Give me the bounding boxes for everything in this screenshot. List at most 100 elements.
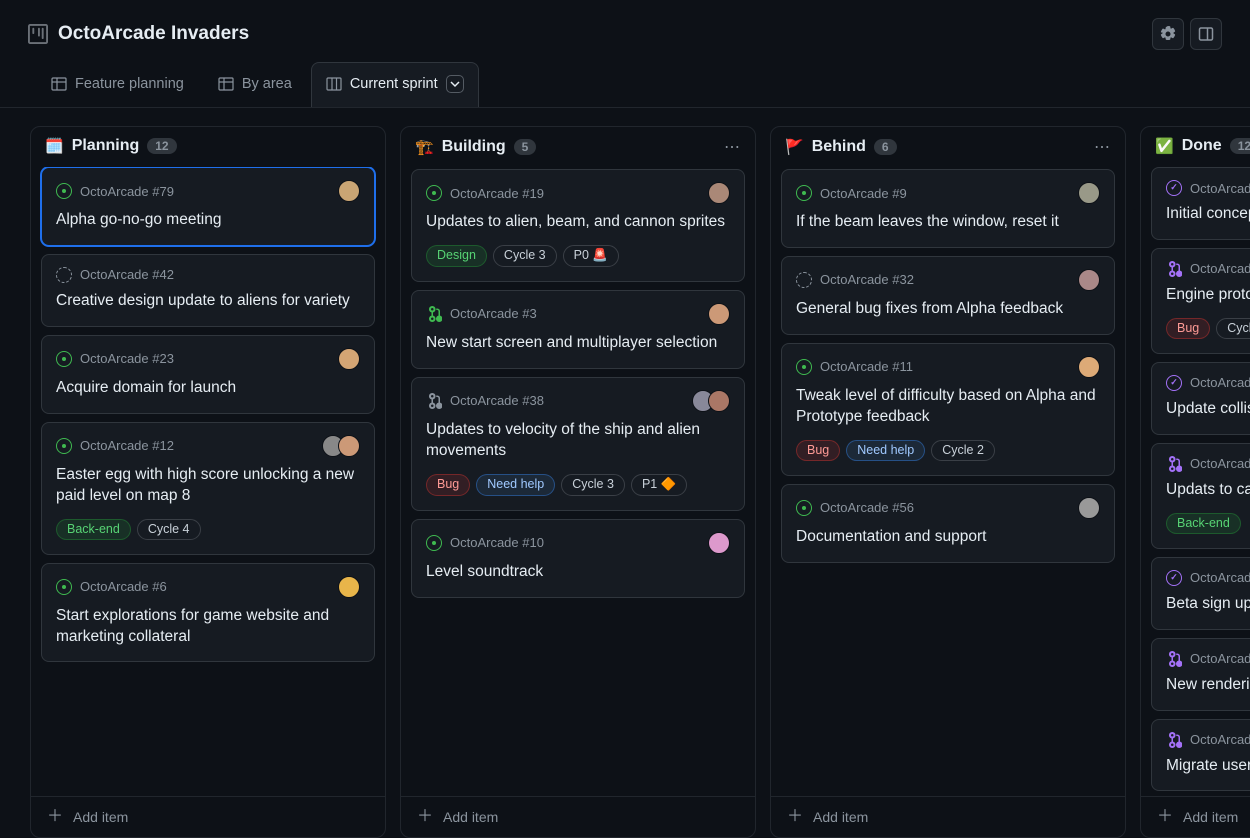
card-ref[interactable]: OctoArcade #19 — [426, 185, 544, 201]
label-pill[interactable]: Design — [426, 245, 487, 267]
card-ref[interactable]: OctoArcade #23 — [56, 351, 174, 367]
settings-button[interactable] — [1152, 18, 1184, 50]
card-ref[interactable]: OctoArcade #6 — [56, 579, 167, 595]
card-header: OctoArcade #42 — [56, 267, 360, 283]
label-pill[interactable]: Need help — [476, 474, 555, 496]
issue-draft-icon — [796, 272, 812, 288]
card[interactable]: OctoArcade #42Creative design update to … — [41, 254, 375, 327]
card[interactable]: OctoArcade #56 Documentation and support — [781, 484, 1115, 563]
card-title: General bug fixes from Alpha feedback — [796, 299, 1100, 320]
column-menu[interactable]: ⋯ — [724, 137, 741, 157]
project-title[interactable]: OctoArcade Invaders — [58, 23, 249, 45]
card-ref[interactable]: OctoArcade #9 — [796, 185, 907, 201]
label-pill[interactable]: Back-end — [1166, 513, 1241, 534]
add-item-button[interactable]: ＋Add item — [401, 796, 755, 837]
card[interactable]: OctoArcade #79Alpha go-no-go meeting — [41, 167, 375, 246]
card-ref[interactable]: OctoArcade — [1166, 261, 1250, 277]
avatar[interactable] — [338, 348, 360, 370]
card-ref[interactable]: OctoArcade — [1166, 732, 1250, 748]
card-title: Easter egg with high score unlocking a n… — [56, 465, 360, 507]
card-ref[interactable]: OctoArcade #56 — [796, 500, 914, 516]
card-header: OctoArcade #6 — [56, 576, 360, 598]
add-item-button[interactable]: ＋Add item — [31, 796, 385, 837]
view-dropdown[interactable] — [446, 75, 464, 93]
card-header: OctoArcade #38 — [426, 390, 730, 412]
avatar[interactable] — [338, 435, 360, 457]
avatar[interactable] — [708, 532, 730, 554]
card-title: Documentation and support — [796, 527, 1100, 548]
card-ref[interactable]: OctoArcade #11 — [796, 359, 913, 375]
card-ref[interactable]: OctoArcade #79 — [56, 183, 174, 199]
card[interactable]: OctoArcade #19Updates to alien, beam, an… — [411, 169, 745, 282]
card[interactable]: OctoArcadeMigrate users settings — [1151, 719, 1250, 792]
card-header: OctoArcade #10 — [426, 532, 730, 554]
card-ref[interactable]: OctoArcade #10 — [426, 535, 544, 551]
avatar[interactable] — [1078, 182, 1100, 204]
label-pill[interactable]: Bug — [1166, 318, 1210, 339]
label-pill[interactable]: Bug — [796, 440, 840, 461]
card[interactable]: OctoArcadeEngine prototBugCycle — [1151, 248, 1250, 354]
label-pill[interactable]: Cycle 3 — [561, 474, 625, 496]
pr-icon — [1166, 732, 1182, 748]
card[interactable]: OctoArcade #6Start explorations for game… — [41, 563, 375, 663]
assignees — [1078, 497, 1100, 519]
card[interactable]: OctoArcade #10Level soundtrack — [411, 519, 745, 598]
column-count: 12 — [1230, 138, 1250, 154]
card[interactable]: OctoArcade #23Acquire domain for launch — [41, 335, 375, 414]
card-title: Initial concep — [1166, 204, 1250, 225]
avatar[interactable] — [708, 303, 730, 325]
card[interactable]: OctoArcade #38Updates to velocity of the… — [411, 377, 745, 511]
card-title: Tweak level of difficulty based on Alpha… — [796, 386, 1100, 428]
avatar[interactable] — [1078, 269, 1100, 291]
chevron-down-icon — [450, 79, 460, 89]
card-ref[interactable]: OctoArcade — [1166, 180, 1250, 196]
label-pill[interactable]: Cycle 3 — [493, 245, 557, 267]
card-title: Update collisi — [1166, 399, 1250, 420]
card[interactable]: OctoArcadeBeta sign up — [1151, 557, 1250, 630]
card[interactable]: OctoArcadeUpdats to carBack-end — [1151, 443, 1250, 549]
card[interactable]: OctoArcadeNew renderin — [1151, 638, 1250, 711]
label-pill[interactable]: Cycle — [1216, 318, 1250, 339]
card-ref[interactable]: OctoArcade — [1166, 375, 1250, 391]
card[interactable]: OctoArcade #3New start screen and multip… — [411, 290, 745, 369]
card[interactable]: OctoArcade #9If the beam leaves the wind… — [781, 169, 1115, 248]
card[interactable]: OctoArcade #12 Easter egg with high score… — [41, 422, 375, 555]
card-ref[interactable]: OctoArcade — [1166, 570, 1250, 586]
card-ref[interactable]: OctoArcade #38 — [426, 393, 544, 409]
avatar[interactable] — [338, 576, 360, 598]
card[interactable]: OctoArcade Update collisi — [1151, 362, 1250, 435]
column-count: 5 — [514, 139, 537, 155]
card-ref[interactable]: OctoArcade — [1166, 651, 1250, 667]
label-pill[interactable]: Back-end — [56, 519, 131, 540]
view-tab[interactable]: Current sprint — [311, 62, 479, 107]
label-pill[interactable]: P1 🔶 — [631, 474, 687, 496]
avatar[interactable] — [1078, 356, 1100, 378]
add-item-button[interactable]: ＋Add item — [771, 796, 1125, 837]
label-pill[interactable]: Cycle 4 — [137, 519, 201, 540]
card[interactable]: OctoArcade #32 General bug fixes from Alp… — [781, 256, 1115, 335]
label-pill[interactable]: Cycle 2 — [931, 440, 995, 461]
card-ref[interactable]: OctoArcade #42 — [56, 267, 174, 283]
view-tab[interactable]: Feature planning — [36, 62, 199, 107]
card-header: OctoArcade — [1166, 180, 1250, 196]
label-pill[interactable]: P0 🚨 — [563, 245, 619, 267]
avatar[interactable] — [708, 182, 730, 204]
card-ref[interactable]: OctoArcade #32 — [796, 272, 914, 288]
add-item-button[interactable]: ＋Add item — [1141, 796, 1250, 837]
card-ref[interactable]: OctoArcade — [1166, 456, 1250, 472]
panel-button[interactable] — [1190, 18, 1222, 50]
avatar[interactable] — [1078, 497, 1100, 519]
card-header: OctoArcade — [1166, 261, 1250, 277]
card[interactable]: OctoArcade #11 Tweak level of difficulty … — [781, 343, 1115, 476]
column-menu[interactable]: ⋯ — [1094, 137, 1111, 157]
avatar[interactable] — [708, 390, 730, 412]
card-header: OctoArcade #11 — [796, 356, 1100, 378]
label-pill[interactable]: Need help — [846, 440, 925, 461]
view-tab[interactable]: By area — [203, 62, 307, 107]
label-pill[interactable]: Bug — [426, 474, 470, 496]
card-ref[interactable]: OctoArcade #12 — [56, 438, 174, 454]
card-ref[interactable]: OctoArcade #3 — [426, 306, 537, 322]
avatar[interactable] — [338, 180, 360, 202]
card[interactable]: OctoArcade Initial concep — [1151, 167, 1250, 240]
card-header: OctoArcade #23 — [56, 348, 360, 370]
